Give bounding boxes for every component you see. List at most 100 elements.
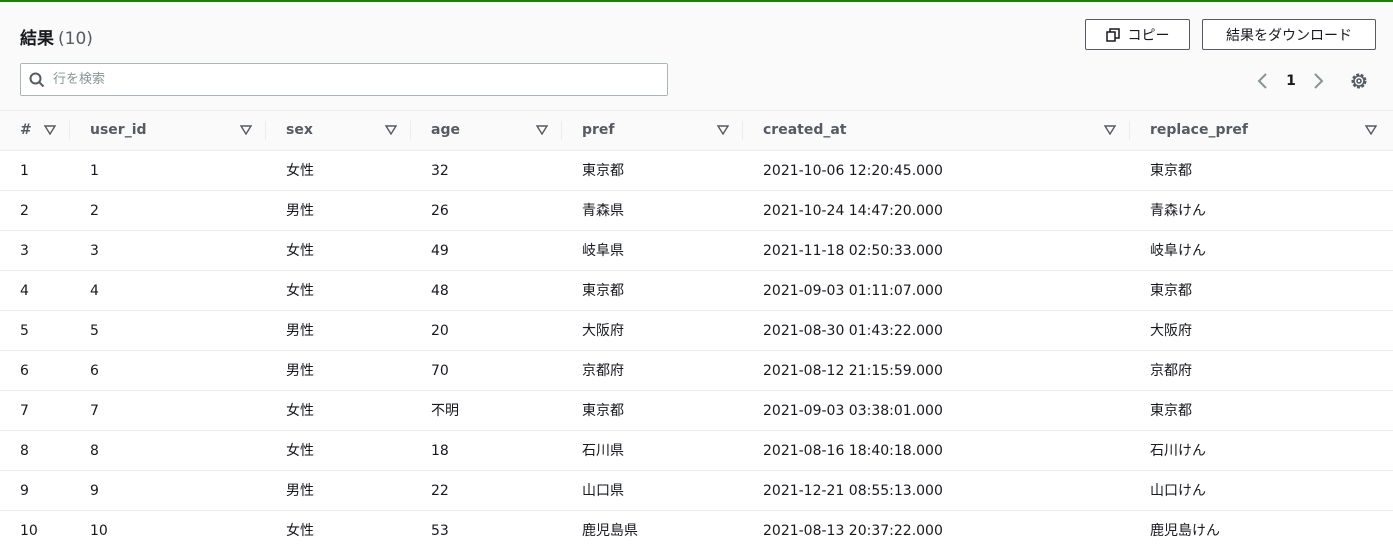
download-results-button[interactable]: 結果をダウンロード [1202, 19, 1376, 50]
column-header-sex[interactable]: sex [266, 111, 411, 150]
column-header-replace-pref[interactable]: replace_pref [1130, 111, 1393, 150]
column-label: user_id [90, 122, 147, 138]
cell-age: 不明 [431, 403, 459, 419]
results-header: 結果(10) コピー 結果をダウンロード 1 [0, 2, 1393, 110]
cell-replace-pref: 東京都 [1150, 283, 1192, 299]
cell-age: 53 [431, 523, 449, 539]
next-page-icon[interactable] [1309, 70, 1327, 92]
cell-replace-pref: 石川けん [1150, 443, 1206, 459]
cell-pref: 大阪府 [582, 323, 624, 339]
cell-sex: 女性 [286, 163, 314, 179]
cell-index: 6 [20, 363, 29, 379]
cell-sex: 女性 [286, 523, 314, 539]
table-header: # user_id sex age pref created_at replac… [0, 110, 1393, 151]
search-input[interactable] [53, 68, 653, 91]
cell-age: 22 [431, 483, 449, 499]
column-header-pref[interactable]: pref [562, 111, 743, 150]
cell-user-id: 4 [90, 283, 99, 299]
cell-created-at: 2021-11-18 02:50:33.000 [763, 243, 943, 259]
cell-created-at: 2021-10-06 12:20:45.000 [763, 163, 943, 179]
page-title: 結果 (10) [20, 24, 93, 49]
column-label: created_at [763, 122, 847, 138]
cell-sex: 男性 [286, 323, 314, 339]
table-row: 5 5 男性 20 大阪府 2021-08-30 01:43:22.000 大阪… [0, 311, 1393, 351]
results-count: (10) [58, 29, 93, 49]
sort-icon[interactable] [717, 125, 729, 135]
cell-replace-pref: 京都府 [1150, 363, 1192, 379]
cell-user-id: 3 [90, 243, 99, 259]
cell-created-at: 2021-08-30 01:43:22.000 [763, 323, 943, 339]
table-row: 2 2 男性 26 青森県 2021-10-24 14:47:20.000 青森… [0, 191, 1393, 231]
table-row: 8 8 女性 18 石川県 2021-08-16 18:40:18.000 石川… [0, 431, 1393, 471]
cell-replace-pref: 東京都 [1150, 403, 1192, 419]
cell-age: 18 [431, 443, 449, 459]
cell-age: 20 [431, 323, 449, 339]
cell-user-id: 7 [90, 403, 99, 419]
cell-user-id: 6 [90, 363, 99, 379]
cell-sex: 男性 [286, 363, 314, 379]
table-row: 7 7 女性 不明 東京都 2021-09-03 03:38:01.000 東京… [0, 391, 1393, 431]
copy-button-label: コピー [1127, 27, 1170, 44]
cell-index: 7 [20, 403, 29, 419]
search-field[interactable] [20, 63, 668, 96]
copy-button[interactable]: コピー [1085, 19, 1190, 50]
cell-user-id: 2 [90, 203, 99, 219]
cell-replace-pref: 山口けん [1150, 483, 1206, 499]
cell-created-at: 2021-08-13 20:37:22.000 [763, 523, 943, 539]
cell-user-id: 5 [90, 323, 99, 339]
cell-created-at: 2021-08-12 21:15:59.000 [763, 363, 943, 379]
sort-icon[interactable] [44, 125, 56, 135]
cell-sex: 女性 [286, 243, 314, 259]
cell-pref: 京都府 [582, 363, 624, 379]
current-page-number[interactable]: 1 [1284, 73, 1298, 89]
cell-index: 1 [20, 163, 29, 179]
cell-replace-pref: 鹿児島けん [1150, 523, 1220, 539]
table-row: 4 4 女性 48 東京都 2021-09-03 01:11:07.000 東京… [0, 271, 1393, 311]
cell-created-at: 2021-10-24 14:47:20.000 [763, 203, 943, 219]
cell-age: 48 [431, 283, 449, 299]
sort-icon[interactable] [240, 125, 252, 135]
cell-sex: 女性 [286, 283, 314, 299]
cell-replace-pref: 青森けん [1150, 203, 1206, 219]
cell-user-id: 9 [90, 483, 99, 499]
cell-replace-pref: 大阪府 [1150, 323, 1192, 339]
cell-age: 70 [431, 363, 449, 379]
sort-icon[interactable] [1104, 125, 1116, 135]
cell-age: 49 [431, 243, 449, 259]
cell-user-id: 10 [90, 523, 108, 539]
sort-icon[interactable] [536, 125, 548, 135]
cell-replace-pref: 東京都 [1150, 163, 1192, 179]
cell-pref: 東京都 [582, 283, 624, 299]
cell-sex: 女性 [286, 403, 314, 419]
cell-age: 32 [431, 163, 449, 179]
column-label: pref [582, 122, 615, 138]
previous-page-icon[interactable] [1254, 70, 1272, 92]
table-row: 3 3 女性 49 岐阜県 2021-11-18 02:50:33.000 岐阜… [0, 231, 1393, 271]
sort-icon[interactable] [385, 125, 397, 135]
search-icon [29, 72, 45, 88]
cell-pref: 石川県 [582, 443, 624, 459]
cell-index: 4 [20, 283, 29, 299]
column-label: sex [286, 122, 313, 138]
cell-created-at: 2021-12-21 08:55:13.000 [763, 483, 943, 499]
column-header-created-at[interactable]: created_at [743, 111, 1130, 150]
gear-icon[interactable] [1348, 70, 1370, 92]
column-header-index[interactable]: # [0, 111, 70, 150]
column-label: # [20, 122, 32, 138]
sort-icon[interactable] [1365, 125, 1377, 135]
cell-index: 3 [20, 243, 29, 259]
cell-index: 2 [20, 203, 29, 219]
cell-user-id: 1 [90, 163, 99, 179]
cell-replace-pref: 岐阜けん [1150, 243, 1206, 259]
cell-pref: 鹿児島県 [582, 523, 638, 539]
cell-index: 10 [20, 523, 38, 539]
cell-created-at: 2021-08-16 18:40:18.000 [763, 443, 943, 459]
column-header-age[interactable]: age [411, 111, 562, 150]
copy-icon [1105, 27, 1120, 42]
cell-sex: 男性 [286, 483, 314, 499]
download-button-label: 結果をダウンロード [1226, 27, 1352, 44]
cell-index: 9 [20, 483, 29, 499]
cell-age: 26 [431, 203, 449, 219]
cell-pref: 東京都 [582, 403, 624, 419]
column-header-user-id[interactable]: user_id [70, 111, 266, 150]
